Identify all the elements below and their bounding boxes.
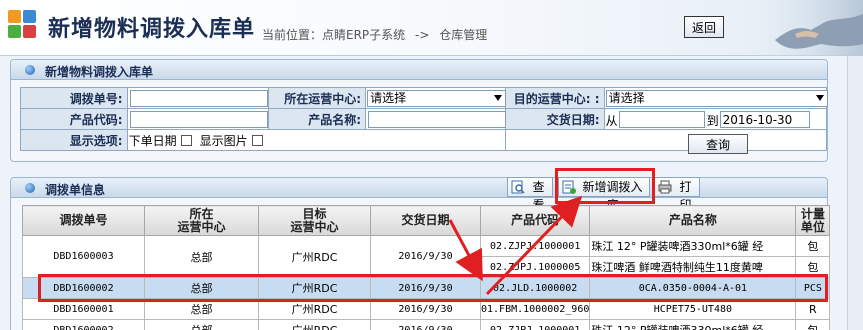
from-center-label: 所在运营中心: — [268, 87, 367, 109]
cell-product-name: HCPET75-UT480 — [589, 298, 797, 320]
delivery-date-label: 交货日期: — [504, 108, 605, 130]
table-row-selected[interactable]: DBD1600002 总部 广州RDC 2016/9/30 02.JLD.100… — [22, 277, 831, 299]
column-header-from-center[interactable]: 所在 运营中心 — [144, 205, 259, 236]
column-header-to-center[interactable]: 目标 运营中心 — [258, 205, 371, 236]
to-center-label: 目的运营中心: : — [504, 87, 605, 109]
vertical-scrollbar[interactable] — [847, 56, 863, 330]
cell-transfer-no: DBD1600002 — [22, 319, 145, 330]
list-panel-title: 调拨单信息 — [45, 183, 106, 197]
column-header-unit[interactable]: 计量 单位 — [795, 205, 831, 236]
back-button[interactable]: 返回 — [684, 16, 724, 38]
transfer-no-label: 调拨单号: — [20, 87, 128, 109]
cell-product-code: 01.FBM.1000002_960 — [479, 298, 591, 320]
cell-transfer-no: DBD1600003 — [22, 235, 145, 278]
query-panel-title: 新增物料调拨入库单 — [45, 65, 154, 79]
cell-from-center: 总部 — [144, 298, 259, 320]
cell-unit: 包 — [795, 256, 831, 278]
cell-product-code: 02.ZJPJ.1000001 — [479, 319, 591, 330]
cell-product-name: 珠江 12° P罐装啤酒330ml*6罐 经 — [589, 235, 797, 257]
table-row[interactable]: DBD1600002 总部 广州RDC 2016/9/30 02.ZJPJ.10… — [22, 319, 831, 330]
date-from-label: 从 — [605, 114, 618, 128]
add-document-icon — [562, 180, 576, 194]
add-transfer-inbound-button[interactable]: 新增调拨入库 — [558, 177, 650, 212]
product-code-label: 产品代码: — [20, 108, 128, 130]
cell-product-code: 02.JLD.1000002 — [479, 277, 591, 299]
breadcrumb-separator: -> — [415, 28, 430, 42]
cell-to-center: 广州RDC — [258, 319, 371, 330]
date-from-input[interactable] — [618, 111, 705, 128]
print-button[interactable]: 打印 — [654, 177, 700, 212]
product-code-input[interactable] — [129, 111, 268, 128]
cell-to-center: 广州RDC — [258, 298, 371, 320]
product-name-input[interactable] — [368, 111, 507, 128]
product-name-label: 产品名称: — [268, 108, 367, 130]
breadcrumb-label: 当前位置： — [262, 28, 323, 42]
cell-delivery-date: 2016/9/30 — [370, 235, 481, 278]
dropdown-arrow-icon — [815, 95, 824, 101]
column-header-transfer-no[interactable]: 调拨单号 — [22, 205, 145, 236]
transfer-no-input[interactable] — [129, 90, 268, 107]
cell-unit: 包 — [795, 235, 831, 257]
cell-to-center: 广州RDC — [258, 277, 371, 299]
list-panel-header: 调拨单信息 — [11, 178, 827, 198]
cell-from-center: 总部 — [144, 319, 259, 330]
column-header-unit-text: 计量 单位 — [800, 206, 825, 234]
page-header: 新增物料调拨入库单 当前位置：点睛ERP子系统 -> 仓库管理 返回 — [0, 0, 863, 56]
breadcrumb-system[interactable]: 点睛ERP子系统 — [322, 28, 405, 42]
transfer-order-table: 调拨单号 所在 运营中心 目标 运营中心 交货日期 产品代码 产品名称 计量 单… — [22, 205, 831, 330]
column-header-product-code[interactable]: 产品代码 — [479, 205, 591, 236]
dropdown-arrow-icon — [494, 95, 503, 101]
cell-transfer-no: DBD1600002 — [22, 277, 145, 299]
cell-from-center: 总部 — [144, 235, 259, 278]
view-icon — [511, 180, 525, 194]
date-to-label: 到 — [706, 114, 719, 128]
query-button[interactable]: 查询 — [688, 134, 748, 154]
column-header-delivery-date[interactable]: 交货日期 — [370, 205, 481, 236]
handshake-icon — [745, 0, 863, 56]
cell-unit: R — [795, 298, 831, 320]
query-panel-header: 新增物料调拨入库单 — [11, 60, 827, 80]
column-header-to-center-text: 目标 运营中心 — [290, 206, 339, 234]
cell-delivery-date: 2016/9/30 — [370, 298, 481, 320]
table-header-row: 调拨单号 所在 运营中心 目标 运营中心 交货日期 产品代码 产品名称 计量 单… — [22, 205, 831, 236]
date-to-input[interactable] — [719, 111, 810, 128]
cell-product-name: 珠江 12° P罐装啤酒330ml*6罐 经 — [589, 319, 797, 330]
cell-unit: PCS — [795, 277, 831, 299]
table-row[interactable]: DBD1600003 总部 广州RDC 2016/9/30 02.ZJPJ.10… — [22, 235, 831, 278]
table-row[interactable]: DBD1600001 总部 广州RDC 2016/9/30 01.FBM.100… — [22, 298, 831, 320]
cell-product-name: 珠江啤酒 鲜啤酒特制纯生11度黄啤 — [589, 256, 797, 278]
app-logo-icon — [8, 10, 38, 40]
column-header-from-center-text: 所在 运营中心 — [177, 206, 226, 234]
column-header-product-name[interactable]: 产品名称 — [589, 205, 797, 236]
panel-bullet-icon — [25, 65, 35, 75]
order-date-checkbox[interactable] — [180, 134, 192, 146]
view-button[interactable]: 查看 — [507, 177, 553, 212]
display-options-label: 显示选项: — [20, 129, 128, 151]
panel-bullet-icon — [25, 183, 35, 193]
cell-delivery-date: 2016/9/30 — [370, 277, 481, 299]
cell-delivery-date: 2016/9/30 — [370, 319, 481, 330]
breadcrumb-module[interactable]: 仓库管理 — [439, 28, 487, 42]
cell-unit: 包 — [795, 319, 831, 330]
cell-product-code: 02.ZJPJ.1000001 — [479, 235, 591, 257]
show-image-option-label: 显示图片 — [199, 133, 248, 148]
cell-product-name: 0CA.0350-0004-A-01 — [589, 277, 797, 299]
from-center-value: 请选择 — [370, 91, 407, 105]
page-title: 新增物料调拨入库单 — [48, 17, 256, 42]
cell-product-code: 02.ZJPJ.1000005 — [479, 256, 591, 278]
cell-transfer-no: DBD1600001 — [22, 298, 145, 320]
from-center-select[interactable]: 请选择 — [367, 90, 507, 107]
show-image-checkbox[interactable] — [251, 134, 263, 146]
breadcrumb: 当前位置：点睛ERP子系统 -> 仓库管理 — [262, 26, 493, 43]
cell-from-center: 总部 — [144, 277, 259, 299]
to-center-select[interactable]: 请选择 — [605, 90, 828, 107]
cell-to-center: 广州RDC — [258, 235, 371, 278]
to-center-value: 请选择 — [608, 91, 645, 105]
printer-icon — [658, 180, 672, 194]
order-date-option-label: 下单日期 — [128, 133, 177, 148]
